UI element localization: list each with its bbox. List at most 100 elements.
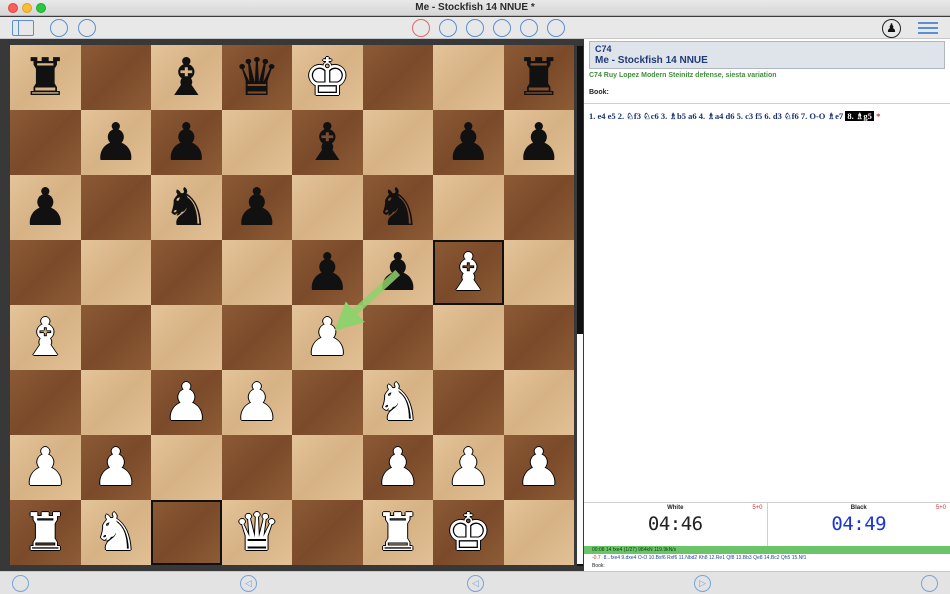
piece-g5[interactable]: ♝: [445, 247, 492, 299]
piece-b1[interactable]: ♞: [92, 507, 139, 559]
square-c3[interactable]: ♟: [151, 370, 222, 435]
piece-g1[interactable]: ♚: [445, 507, 492, 559]
square-g3[interactable]: [433, 370, 504, 435]
back-icon[interactable]: ◁: [240, 575, 257, 592]
clock-icon[interactable]: [439, 19, 457, 37]
square-h4[interactable]: [503, 305, 574, 370]
square-a2[interactable]: ♟: [10, 435, 81, 500]
piece-f5[interactable]: ♟: [374, 247, 421, 299]
piece-e5[interactable]: ♟: [304, 247, 351, 299]
square-a8[interactable]: ♜: [10, 45, 81, 110]
move-text[interactable]: 1. e4 e5 2. ♘f3 ♘c6 3. ♗b5 a6 4. ♗a4 d6 …: [589, 111, 843, 121]
square-h5[interactable]: [503, 240, 574, 305]
move-list[interactable]: 1. e4 e5 2. ♘f3 ♘c6 3. ♗b5 a6 4. ♗a4 d6 …: [589, 111, 944, 122]
rewind-icon[interactable]: ◁: [467, 575, 484, 592]
square-f6[interactable]: ♞: [362, 175, 433, 240]
square-d6[interactable]: ♟: [221, 175, 292, 240]
piece-c7[interactable]: ♟: [163, 117, 210, 169]
square-c2[interactable]: [151, 435, 222, 500]
square-h6[interactable]: [503, 175, 574, 240]
sidebar-toggle-icon[interactable]: [12, 20, 34, 36]
square-e7[interactable]: ♝: [292, 110, 363, 175]
piece-g2[interactable]: ♟: [445, 442, 492, 494]
square-d8[interactable]: ♛: [221, 45, 292, 110]
settings-icon[interactable]: [78, 19, 96, 37]
square-h3[interactable]: [503, 370, 574, 435]
piece-f3[interactable]: ♞: [374, 377, 421, 429]
piece-f1[interactable]: ♜: [374, 507, 421, 559]
menu-icon[interactable]: [918, 22, 938, 34]
database-icon[interactable]: [50, 19, 68, 37]
square-a4[interactable]: ♝: [10, 305, 81, 370]
square-g6[interactable]: [433, 175, 504, 240]
square-h2[interactable]: ♟: [503, 435, 574, 500]
square-a5[interactable]: [10, 240, 81, 305]
square-c6[interactable]: ♞: [151, 175, 222, 240]
square-e1[interactable]: [292, 500, 363, 565]
square-g5[interactable]: ♝: [433, 240, 504, 305]
square-h1[interactable]: [503, 500, 574, 565]
piece-f6[interactable]: ♞: [374, 182, 421, 234]
square-f4[interactable]: [362, 305, 433, 370]
piece-e4[interactable]: ♟: [304, 312, 351, 364]
square-d3[interactable]: ♟: [221, 370, 292, 435]
piece-d1[interactable]: ♛: [233, 507, 280, 559]
piece-h2[interactable]: ♟: [515, 442, 562, 494]
piece-h8[interactable]: ♜: [515, 52, 562, 104]
square-h7[interactable]: ♟: [503, 110, 574, 175]
square-g8[interactable]: [433, 45, 504, 110]
square-e6[interactable]: [292, 175, 363, 240]
square-c1[interactable]: [151, 500, 222, 565]
square-b8[interactable]: [80, 45, 151, 110]
square-b3[interactable]: [80, 370, 151, 435]
square-g4[interactable]: [433, 305, 504, 370]
current-move[interactable]: 8. ♗g5: [845, 111, 874, 121]
piece-a1[interactable]: ♜: [22, 507, 69, 559]
check-icon[interactable]: [493, 19, 511, 37]
square-f8[interactable]: [362, 45, 433, 110]
square-g2[interactable]: ♟: [433, 435, 504, 500]
square-e8[interactable]: ♚: [292, 45, 363, 110]
piece-a4[interactable]: ♝: [22, 312, 69, 364]
engine-line[interactable]: -0.7 8...fxe4 9.dxe4 O-O 10.Bxf6 Rxf6 11.…: [592, 555, 806, 561]
square-e3[interactable]: [292, 370, 363, 435]
square-a1[interactable]: ♜: [10, 500, 81, 565]
piece-a2[interactable]: ♟: [22, 442, 69, 494]
piece-d8[interactable]: ♛: [233, 52, 280, 104]
chess-board[interactable]: ♜ ♝ ♛ ♚ ♜ ♟ ♟ ♝ ♟ ♟ ♟ ♞ ♟ ♞ ♟ ♟ ♝ ♝ ♟ ♟ ♟ ♞ ♟ ♟ ♟ ♟ ♟ ♜ ♞ ♛ ♜ ♚: [10, 45, 574, 565]
square-d5[interactable]: [221, 240, 292, 305]
square-e4[interactable]: ♟: [292, 305, 363, 370]
square-d2[interactable]: [221, 435, 292, 500]
square-e5[interactable]: ♟: [292, 240, 363, 305]
square-f7[interactable]: [362, 110, 433, 175]
square-g7[interactable]: ♟: [433, 110, 504, 175]
square-a7[interactable]: [10, 110, 81, 175]
piece-c3[interactable]: ♟: [163, 377, 210, 429]
square-f3[interactable]: ♞: [362, 370, 433, 435]
piece-d3[interactable]: ♟: [233, 377, 280, 429]
piece-g7[interactable]: ♟: [445, 117, 492, 169]
square-a6[interactable]: ♟: [10, 175, 81, 240]
piece-f2[interactable]: ♟: [374, 442, 421, 494]
square-c4[interactable]: [151, 305, 222, 370]
piece-d6[interactable]: ♟: [233, 182, 280, 234]
piece-b7[interactable]: ♟: [92, 117, 139, 169]
piece-a6[interactable]: ♟: [22, 182, 69, 234]
stop-icon[interactable]: [412, 19, 430, 37]
square-d7[interactable]: [221, 110, 292, 175]
square-b2[interactable]: ♟: [80, 435, 151, 500]
forward-icon[interactable]: ▷: [694, 575, 711, 592]
square-e2[interactable]: [292, 435, 363, 500]
square-f1[interactable]: ♜: [362, 500, 433, 565]
piece-a8[interactable]: ♜: [22, 52, 69, 104]
piece-e7[interactable]: ♝: [304, 117, 351, 169]
piece-c6[interactable]: ♞: [163, 182, 210, 234]
square-d4[interactable]: [221, 305, 292, 370]
piece-c8[interactable]: ♝: [163, 52, 210, 104]
piece-e8[interactable]: ♚: [304, 52, 351, 104]
square-b7[interactable]: ♟: [80, 110, 151, 175]
pawn-icon[interactable]: ♟: [882, 19, 901, 38]
square-c7[interactable]: ♟: [151, 110, 222, 175]
analysis-icon[interactable]: [466, 19, 484, 37]
piece-h7[interactable]: ♟: [515, 117, 562, 169]
